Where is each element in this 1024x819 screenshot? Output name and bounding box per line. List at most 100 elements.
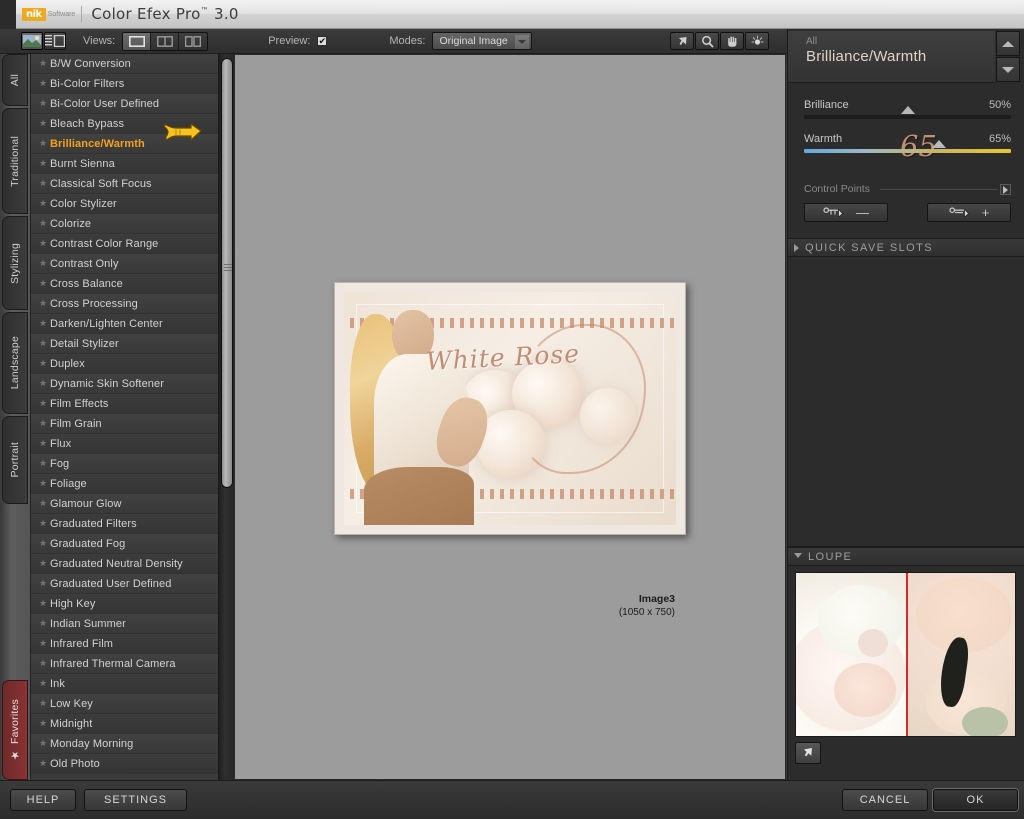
arrow-cursor-icon[interactable] — [670, 32, 694, 50]
star-icon[interactable]: ★ — [39, 578, 50, 589]
loupe-pin-button[interactable] — [795, 742, 821, 764]
filter-list-item[interactable]: ★ Graduated Filters — [31, 514, 233, 534]
filter-list-item[interactable]: ★ Duplex — [31, 354, 233, 374]
filter-list-item[interactable]: ★ Brilliance/Warmth — [31, 134, 233, 154]
star-icon[interactable]: ★ — [39, 758, 50, 769]
expand-right-icon[interactable] — [1000, 184, 1011, 195]
side-by-side-pane-icon[interactable] — [179, 33, 207, 50]
star-icon[interactable]: ★ — [39, 78, 50, 89]
brightness-burst-icon[interactable] — [745, 32, 769, 50]
slider-brilliance[interactable]: Brilliance 50% — [804, 99, 1011, 123]
filter-list-item[interactable]: ★ Colorize — [31, 214, 233, 234]
star-icon[interactable]: ★ — [39, 718, 50, 729]
filter-list-item[interactable]: ★ B/W Conversion — [31, 54, 233, 74]
list-view-icon[interactable] — [44, 32, 66, 50]
star-icon[interactable]: ★ — [39, 418, 50, 429]
filter-list-item[interactable]: ★ Cross Balance — [31, 274, 233, 294]
star-icon[interactable]: ★ — [39, 658, 50, 669]
filter-list-item[interactable]: ★ Burnt Sienna — [31, 154, 233, 174]
sidebar-item-stylizing[interactable]: Stylizing — [2, 216, 28, 310]
filter-list-item[interactable]: ★ Film Effects — [31, 394, 233, 414]
star-icon[interactable]: ★ — [39, 218, 50, 229]
star-icon[interactable]: ★ — [39, 738, 50, 749]
scrollbar-thumb[interactable] — [221, 58, 233, 488]
star-icon[interactable]: ★ — [39, 98, 50, 109]
star-icon[interactable]: ★ — [39, 638, 50, 649]
image-thumbnail-icon[interactable] — [21, 32, 43, 50]
star-icon[interactable]: ★ — [39, 478, 50, 489]
filter-list-item[interactable]: ★ Graduated Fog — [31, 534, 233, 554]
filter-list-item[interactable]: ★ Color Stylizer — [31, 194, 233, 214]
star-icon[interactable]: ★ — [39, 278, 50, 289]
sidebar-item-favorites[interactable]: Favorites ★ — [2, 680, 28, 780]
filter-list-item[interactable]: ★ Indian Summer — [31, 614, 233, 634]
filter-list-item[interactable]: ★ Monday Morning — [31, 734, 233, 754]
ok-button[interactable]: OK — [933, 789, 1018, 811]
modes-dropdown[interactable]: Original Image — [432, 32, 533, 50]
star-icon[interactable]: ★ — [39, 538, 50, 549]
filter-list-item[interactable]: ★ Midnight — [31, 714, 233, 734]
sidebar-item-landscape[interactable]: Landscape — [2, 312, 28, 414]
remove-control-point-button[interactable]: — — [804, 203, 888, 222]
filter-list-item[interactable]: ★ Ink — [31, 674, 233, 694]
star-icon[interactable]: ★ — [39, 198, 50, 209]
star-icon[interactable]: ★ — [39, 698, 50, 709]
filter-list-item[interactable]: ★ Graduated Neutral Density — [31, 554, 233, 574]
split-pane-icon[interactable] — [151, 32, 180, 50]
star-icon[interactable]: ★ — [39, 438, 50, 449]
star-icon[interactable]: ★ — [39, 58, 50, 69]
star-icon[interactable]: ★ — [39, 118, 50, 129]
star-icon[interactable]: ★ — [39, 598, 50, 609]
star-icon[interactable]: ★ — [39, 178, 50, 189]
slider-track[interactable] — [804, 106, 1011, 119]
star-icon[interactable]: ★ — [39, 398, 50, 409]
star-icon[interactable]: ★ — [39, 498, 50, 509]
filter-list-item[interactable]: ★ Contrast Only — [31, 254, 233, 274]
filter-list-item[interactable]: ★ High Key — [31, 594, 233, 614]
star-icon[interactable]: ★ — [39, 338, 50, 349]
slider-track[interactable] — [804, 140, 1011, 153]
filter-list-item[interactable]: ★ Old Photo — [31, 754, 233, 774]
filter-list-item[interactable]: ★ Bi-Color Filters — [31, 74, 233, 94]
filter-list-item[interactable]: ★ Foliage — [31, 474, 233, 494]
slider-warmth[interactable]: Warmth 65% 65 — [804, 129, 1011, 163]
star-icon[interactable]: ★ — [39, 358, 50, 369]
filter-list[interactable]: ★ B/W Conversion ★ Bi-Color Filters ★ Bi-Colo… — [30, 54, 234, 780]
loupe-preview[interactable] — [795, 572, 1016, 737]
quick-save-slots-section-header[interactable]: QUICK SAVE SLOTS — [788, 238, 1024, 257]
star-icon[interactable]: ★ — [39, 298, 50, 309]
star-icon[interactable]: ★ — [39, 138, 50, 149]
filter-list-item[interactable]: ★ Low Key — [31, 694, 233, 714]
filter-list-item[interactable]: ★ Bleach Bypass — [31, 114, 233, 134]
image-canvas[interactable]: White Rose Image3 (1050 x 750) — [234, 54, 786, 780]
filter-list-item[interactable]: ★ Cross Processing — [31, 294, 233, 314]
filter-list-item[interactable]: ★ Dynamic Skin Softener — [31, 374, 233, 394]
filter-list-item[interactable]: ★ Graduated User Defined — [31, 574, 233, 594]
filter-list-item[interactable]: ★ Flux — [31, 434, 233, 454]
help-button[interactable]: HELP — [10, 789, 76, 811]
star-icon[interactable]: ★ — [39, 238, 50, 249]
star-icon[interactable]: ★ — [39, 458, 50, 469]
loupe-section-header[interactable]: LOUPE — [788, 547, 1024, 566]
star-icon[interactable]: ★ — [39, 378, 50, 389]
cancel-button[interactable]: CANCEL — [842, 789, 928, 811]
filter-list-item[interactable]: ★ Contrast Color Range — [31, 234, 233, 254]
filter-list-item[interactable]: ★ Infrared Thermal Camera — [31, 654, 233, 674]
filter-list-item[interactable]: ★ Fog — [31, 454, 233, 474]
settings-button[interactable]: SETTINGS — [84, 789, 187, 811]
star-icon[interactable]: ★ — [39, 258, 50, 269]
sidebar-item-traditional[interactable]: Traditional — [2, 108, 28, 214]
chevron-down-icon[interactable] — [515, 35, 530, 49]
filter-list-item[interactable]: ★ Film Grain — [31, 414, 233, 434]
sidebar-item-portrait[interactable]: Portrait — [2, 416, 28, 504]
filter-list-item[interactable]: ★ Detail Stylizer — [31, 334, 233, 354]
filter-list-item[interactable]: ★ Bi-Color User Defined — [31, 94, 233, 114]
filter-list-item[interactable]: ★ Infrared Film — [31, 634, 233, 654]
slider-handle[interactable] — [900, 106, 915, 114]
filter-list-scrollbar[interactable] — [218, 54, 234, 780]
filter-list-item[interactable]: ★ Darken/Lighten Center — [31, 314, 233, 334]
star-icon[interactable]: ★ — [39, 618, 50, 629]
sidebar-item-all[interactable]: All — [2, 54, 28, 106]
add-control-point-button[interactable]: + — [927, 203, 1011, 222]
star-icon[interactable]: ★ — [39, 318, 50, 329]
